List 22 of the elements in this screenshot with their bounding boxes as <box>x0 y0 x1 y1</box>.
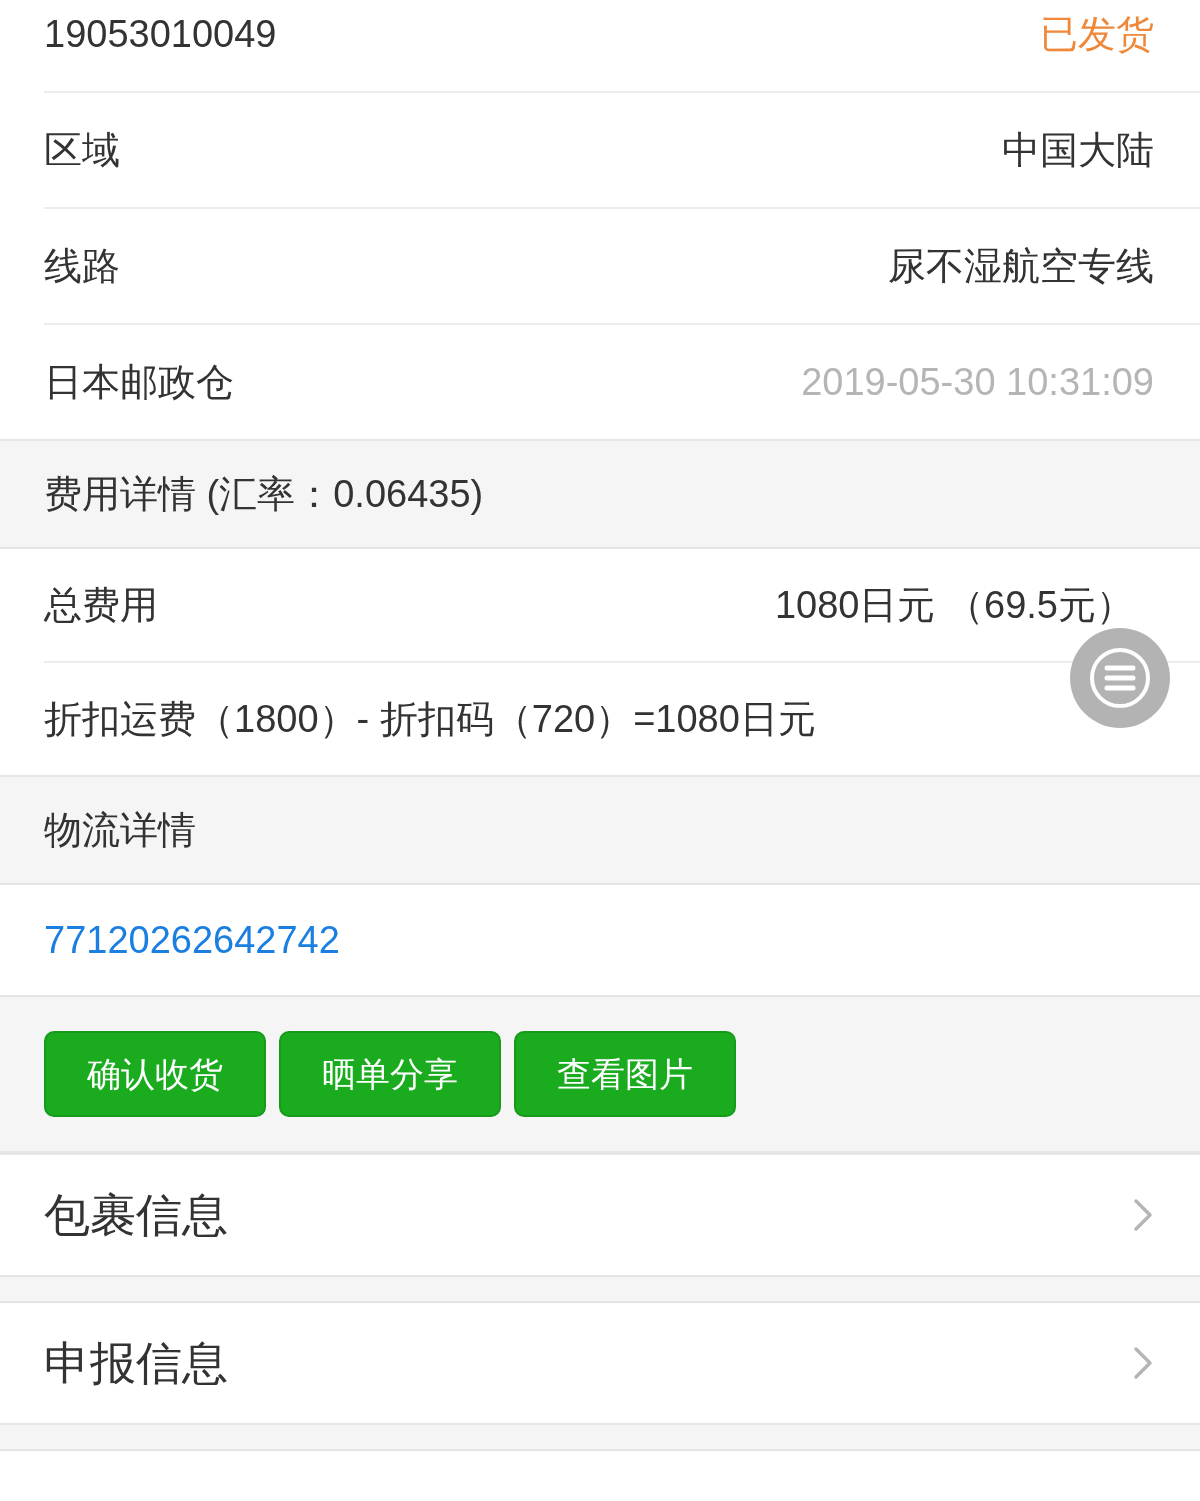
info-label: 区域 <box>44 127 120 173</box>
info-value: 尿不湿航空专线 <box>888 243 1154 289</box>
fee-formula: 折扣运费（1800）- 折扣码（720）=1080日元 <box>44 696 816 742</box>
order-number: 19053010049 <box>44 12 277 57</box>
menu-icon <box>1089 647 1151 709</box>
tracking-number-link[interactable]: 77120262642742 <box>44 911 340 969</box>
action-button[interactable]: 确认收货 <box>44 1031 266 1117</box>
info-label: 日本邮政仓 <box>44 359 234 405</box>
info-label: 线路 <box>44 243 120 289</box>
section-row[interactable]: 包裹信息 <box>0 1153 1200 1277</box>
section-header: 费用详情 (汇率：0.06435) <box>44 471 484 517</box>
action-button[interactable]: 查看图片 <box>514 1031 736 1117</box>
fee-value: 1080日元 （69.5元） <box>774 582 1134 628</box>
info-value: 中国大陆 <box>1002 127 1154 173</box>
action-button[interactable]: 晒单分享 <box>279 1031 501 1117</box>
chevron-right-icon <box>1132 1197 1154 1233</box>
order-status: 已发货 <box>1040 12 1154 57</box>
section-row[interactable]: 申报信息 <box>0 1301 1200 1425</box>
info-value: 2019-05-30 10:31:09 <box>801 359 1154 405</box>
fee-label: 总费用 <box>44 582 158 628</box>
section-header: 物流详情 <box>44 807 196 853</box>
chevron-right-icon <box>1132 1345 1154 1381</box>
